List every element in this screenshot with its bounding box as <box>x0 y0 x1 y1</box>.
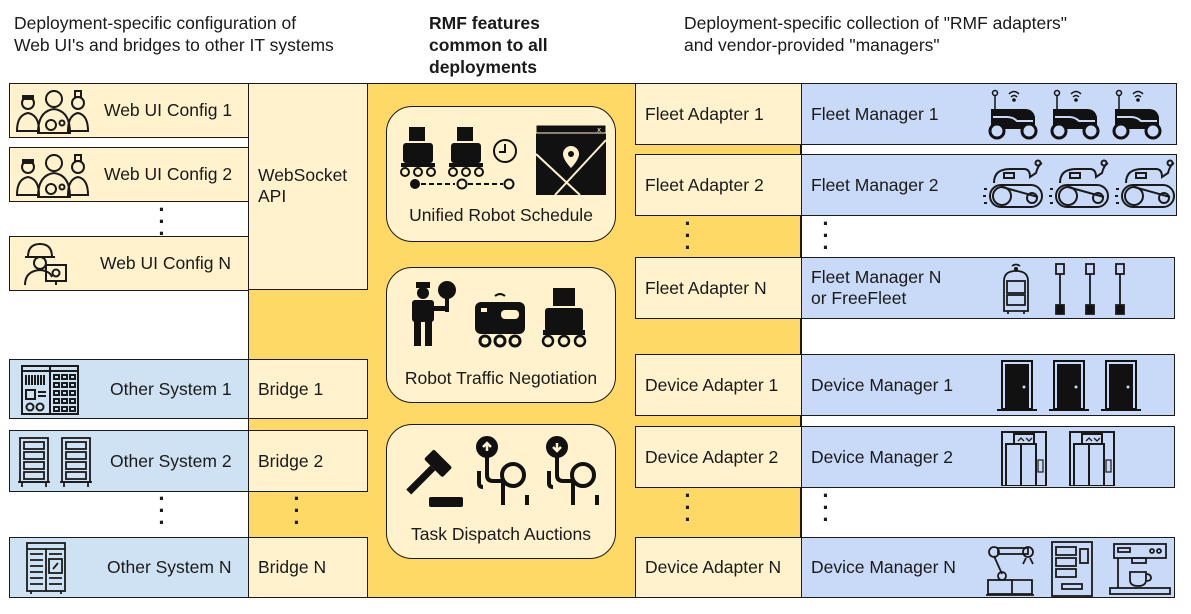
web-ui-config-n[interactable]: Web UI Config N <box>9 236 249 291</box>
websocket-api-line-2: API <box>258 186 287 206</box>
shuttle-robot-icon <box>473 290 527 352</box>
fleet-manager-n[interactable]: Fleet Manager N or FreeFleet <box>801 257 1175 319</box>
fleet-manager-1-label: Fleet Manager 1 <box>811 103 939 124</box>
fleet-manager-n-label-line-1: Fleet Manager N <box>811 267 942 287</box>
feature-robot-traffic-negotiation-label: Robot Traffic Negotiation <box>404 368 598 388</box>
device-adapter-2-label: Device Adapter 2 <box>645 446 779 467</box>
fleet-manager-2-label: Fleet Manager 2 <box>811 174 939 195</box>
fleet-adapter-1-label: Fleet Adapter 1 <box>645 103 764 124</box>
device-manager-2-label: Device Manager 2 <box>811 446 954 467</box>
feature-unified-robot-schedule-label: Unified Robot Schedule <box>409 205 593 225</box>
tracked-robot-icon-group <box>982 159 1178 213</box>
device-manager-n[interactable]: Device Manager N <box>801 537 1175 598</box>
center-header-line-1: RMF features <box>429 13 540 33</box>
other-system-1[interactable]: Other System 1 <box>9 359 249 419</box>
websocket-api-box[interactable]: WebSocket API <box>248 83 368 290</box>
fleet-adapter-n-label: Fleet Adapter N <box>645 277 767 298</box>
device-manager-2[interactable]: Device Manager 2 <box>801 426 1175 488</box>
left-header: Deployment-specific configuration of Web… <box>14 12 334 56</box>
feature-robot-traffic-negotiation[interactable]: Robot Traffic Negotiation <box>386 267 616 403</box>
feature-unified-robot-schedule[interactable]: x Unified Robot Schedule <box>386 106 616 242</box>
device-adapter-n-label: Device Adapter N <box>645 557 782 577</box>
web-ui-config-2[interactable]: Web UI Config 2 <box>9 147 249 202</box>
bridge-n-label: Bridge N <box>258 557 327 577</box>
other-system-2[interactable]: Other System 2 <box>9 430 249 492</box>
websocket-api-line-1: WebSocket <box>258 165 348 185</box>
fleet-manager-ellipsis: · · · <box>822 211 830 260</box>
misc-devices-icon <box>986 540 1172 598</box>
bridge-ellipsis: · · · <box>293 486 301 535</box>
freefleet-robots-icon <box>1000 261 1160 317</box>
center-header-line-3: deployments <box>429 57 537 77</box>
web-ui-config-n-label: Web UI Config N <box>100 253 231 273</box>
feature-task-dispatch-auctions[interactable]: Task Dispatch Auctions <box>386 424 616 559</box>
elevator-icon-group <box>1000 430 1130 486</box>
web-ui-config-2-label: Web UI Config 2 <box>104 164 233 184</box>
fleet-manager-n-label-line-2: or FreeFleet <box>811 288 907 308</box>
engineer-computer-icon <box>22 241 70 287</box>
other-system-2-label: Other System 2 <box>110 450 232 471</box>
control-panel-icon <box>20 364 80 416</box>
device-manager-1-label: Device Manager 1 <box>811 374 954 395</box>
device-adapter-n[interactable]: Device Adapter N <box>635 537 802 598</box>
server-cabinet-icon <box>25 541 67 595</box>
door-icon-group <box>996 359 1146 413</box>
bidder-up-icon <box>473 435 537 507</box>
web-ui-config-1-label: Web UI Config 1 <box>104 100 233 120</box>
device-adapter-ellipsis: · · · <box>684 483 692 532</box>
device-adapter-2[interactable]: Device Adapter 2 <box>635 426 802 488</box>
delivery-robot-icon <box>397 125 439 185</box>
device-manager-1[interactable]: Device Manager 1 <box>801 354 1175 416</box>
left-header-line-2: Web UI's and bridges to other IT systems <box>14 35 334 55</box>
delivery-robot-icon <box>537 286 591 350</box>
clock-icon <box>491 137 519 165</box>
wifi-robot-icon-group <box>987 87 1173 143</box>
fleet-manager-2[interactable]: Fleet Manager 2 <box>801 154 1177 216</box>
device-adapter-1-label: Device Adapter 1 <box>645 374 779 395</box>
svg-text:x: x <box>597 126 601 134</box>
bridge-1[interactable]: Bridge 1 <box>248 359 368 419</box>
center-header-line-2: common to all <box>429 35 548 55</box>
fleet-adapter-2-label: Fleet Adapter 2 <box>645 174 764 195</box>
feature-task-dispatch-auctions-label: Task Dispatch Auctions <box>411 524 591 544</box>
left-header-line-1: Deployment-specific configuration of <box>14 13 297 33</box>
right-header-line-1: Deployment-specific collection of "RMF a… <box>684 13 1067 33</box>
other-system-n-label: Other System N <box>107 557 232 577</box>
right-header-line-2: and vendor-provided "managers" <box>684 35 940 55</box>
bridge-1-label: Bridge 1 <box>258 378 324 399</box>
device-manager-ellipsis: · · · <box>822 483 830 532</box>
device-adapter-1[interactable]: Device Adapter 1 <box>635 354 802 416</box>
medical-staff-icon <box>14 87 94 135</box>
center-header: RMF features common to all deployments <box>429 12 548 78</box>
other-system-ellipsis: · · · <box>158 486 166 535</box>
medical-staff-icon <box>14 151 94 199</box>
fleet-adapter-2[interactable]: Fleet Adapter 2 <box>635 154 802 216</box>
web-ui-config-1[interactable]: Web UI Config 1 <box>9 83 249 138</box>
gavel-icon <box>399 447 465 509</box>
right-header: Deployment-specific collection of "RMF a… <box>684 12 1067 56</box>
server-racks-icon <box>16 436 96 488</box>
fleet-adapter-1[interactable]: Fleet Adapter 1 <box>635 83 802 145</box>
bridge-n[interactable]: Bridge N <box>248 537 368 598</box>
bridge-2-label: Bridge 2 <box>258 450 324 471</box>
other-system-1-label: Other System 1 <box>110 378 232 399</box>
fleet-adapter-ellipsis: · · · <box>684 211 692 260</box>
traffic-officer-icon <box>409 278 459 348</box>
bidder-down-icon <box>543 435 607 507</box>
map-pin-icon: x <box>535 124 607 196</box>
fleet-manager-1[interactable]: Fleet Manager 1 <box>801 83 1177 145</box>
bridge-2[interactable]: Bridge 2 <box>248 430 368 492</box>
device-manager-n-label: Device Manager N <box>811 557 956 577</box>
delivery-robot-icon <box>445 125 487 185</box>
fleet-adapter-n[interactable]: Fleet Adapter N <box>635 257 802 319</box>
timeline-icon <box>407 177 517 191</box>
other-system-n[interactable]: Other System N <box>9 537 249 598</box>
